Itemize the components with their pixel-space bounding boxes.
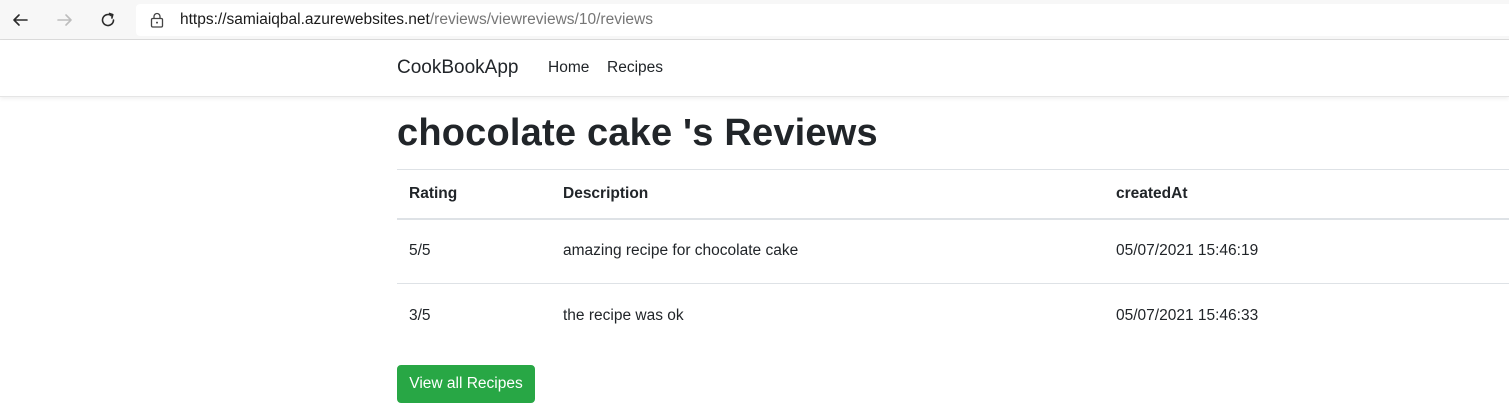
header-rating: Rating (397, 169, 551, 220)
cell-rating: 5/5 (397, 218, 551, 284)
url-host: https://samiaiqbal.azurewebsites.net (180, 11, 430, 28)
header-description: Description (551, 169, 1104, 220)
brand-link[interactable]: CookBookApp (397, 57, 518, 79)
back-button[interactable] (6, 6, 34, 34)
page-title: chocolate cake 's Reviews (397, 112, 878, 154)
table-row: 3/5 the recipe was ok 05/07/2021 15:46:3… (397, 284, 1509, 349)
table-header-row: Rating Description createdAt (397, 169, 1509, 220)
reload-icon (101, 12, 115, 27)
cell-description: the recipe was ok (563, 307, 684, 325)
address-bar[interactable]: https://samiaiqbal.azurewebsites.net/rev… (136, 4, 1509, 36)
lock-icon[interactable] (150, 12, 164, 28)
reload-button[interactable] (94, 6, 122, 34)
table-row: 5/5 amazing recipe for chocolate cake 05… (397, 218, 1509, 284)
cell-created-at: 05/07/2021 15:46:33 (1116, 307, 1259, 325)
arrow-right-icon (57, 14, 72, 26)
nav-link-home[interactable]: Home (548, 59, 589, 77)
url-path: /reviews/viewreviews/10/reviews (429, 11, 653, 28)
arrow-left-icon (13, 14, 28, 26)
cell-description: amazing recipe for chocolate cake (551, 218, 1104, 284)
view-all-recipes-button[interactable]: View all Recipes (397, 365, 535, 403)
forward-button[interactable] (51, 6, 79, 34)
reviews-table: Rating Description createdAt 5/5 amazing… (397, 169, 1509, 349)
app-navbar: CookBookApp Home Recipes (0, 40, 1509, 97)
nav-link-recipes[interactable]: Recipes (607, 59, 663, 77)
header-created-at: createdAt (1104, 169, 1509, 220)
cell-rating: 3/5 (409, 307, 431, 325)
cell-created-at: 05/07/2021 15:46:19 (1104, 218, 1509, 284)
url-text[interactable]: https://samiaiqbal.azurewebsites.net/rev… (180, 11, 653, 29)
browser-toolbar: https://samiaiqbal.azurewebsites.net/rev… (0, 0, 1509, 40)
